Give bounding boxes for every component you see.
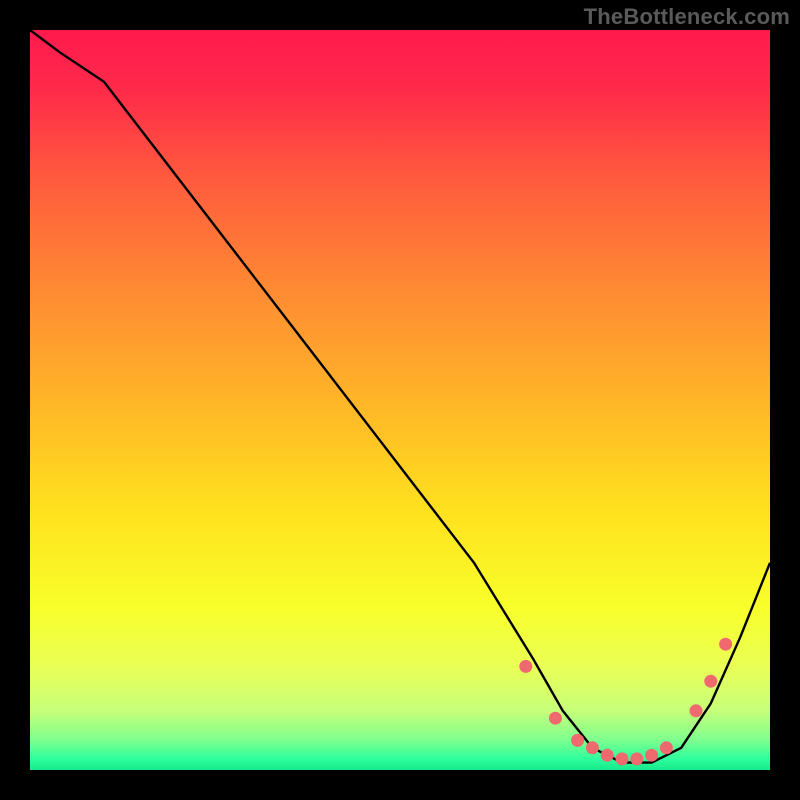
marker-dot <box>630 752 643 765</box>
marker-dot <box>645 749 658 762</box>
chart-frame: TheBottleneck.com <box>0 0 800 800</box>
marker-dot <box>549 712 562 725</box>
marker-dot <box>519 660 532 673</box>
marker-dot <box>586 741 599 754</box>
marker-dot <box>616 752 629 765</box>
marker-dot <box>660 741 673 754</box>
bottleneck-chart <box>0 0 800 800</box>
marker-dot <box>719 638 732 651</box>
marker-dot <box>571 734 584 747</box>
marker-dot <box>690 704 703 717</box>
marker-dot <box>704 675 717 688</box>
plot-background <box>30 30 770 770</box>
marker-dot <box>601 749 614 762</box>
